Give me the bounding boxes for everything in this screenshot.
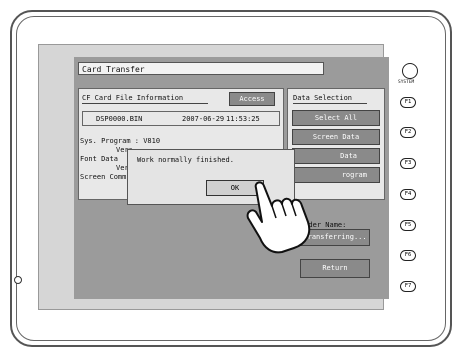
f7-key[interactable]: F7 xyxy=(400,281,416,292)
f3-key[interactable]: F3 xyxy=(400,158,416,169)
side-indicator-icon xyxy=(14,276,22,284)
data-button[interactable]: Data xyxy=(292,148,380,164)
system-button[interactable] xyxy=(402,63,418,79)
file-time: 11:53:25 xyxy=(226,115,260,123)
sys-program: Sys. Program : V810 xyxy=(80,137,161,145)
f5-key[interactable]: F5 xyxy=(400,220,416,231)
system-label: SYSTEM xyxy=(398,80,415,85)
heading-underline xyxy=(82,103,208,104)
window-title: Card Transfer xyxy=(78,62,324,75)
select-all-button[interactable]: Select All xyxy=(292,110,380,126)
f4-key[interactable]: F4 xyxy=(400,189,416,200)
dialog-message: Work normally finished. xyxy=(137,156,234,164)
file-date: 2007-06-29 xyxy=(182,115,225,123)
data-selection-heading: Data Selection xyxy=(293,94,353,102)
font-data-label: Font Data xyxy=(80,155,118,163)
f2-key[interactable]: F2 xyxy=(400,127,416,138)
screen-data-button[interactable]: Screen Data xyxy=(292,129,380,145)
file-name: DSP0000.BIN xyxy=(96,115,143,123)
f1-key[interactable]: F1 xyxy=(400,97,416,108)
return-button[interactable]: Return xyxy=(300,259,370,278)
cf-panel-heading: CF Card File Information xyxy=(82,94,184,102)
touch-hand-icon xyxy=(246,181,311,254)
selection-underline xyxy=(293,103,367,104)
access-button[interactable]: Access xyxy=(229,92,275,106)
screen-comm-label: Screen Comm xyxy=(80,173,127,181)
f6-key[interactable]: F6 xyxy=(400,250,416,261)
